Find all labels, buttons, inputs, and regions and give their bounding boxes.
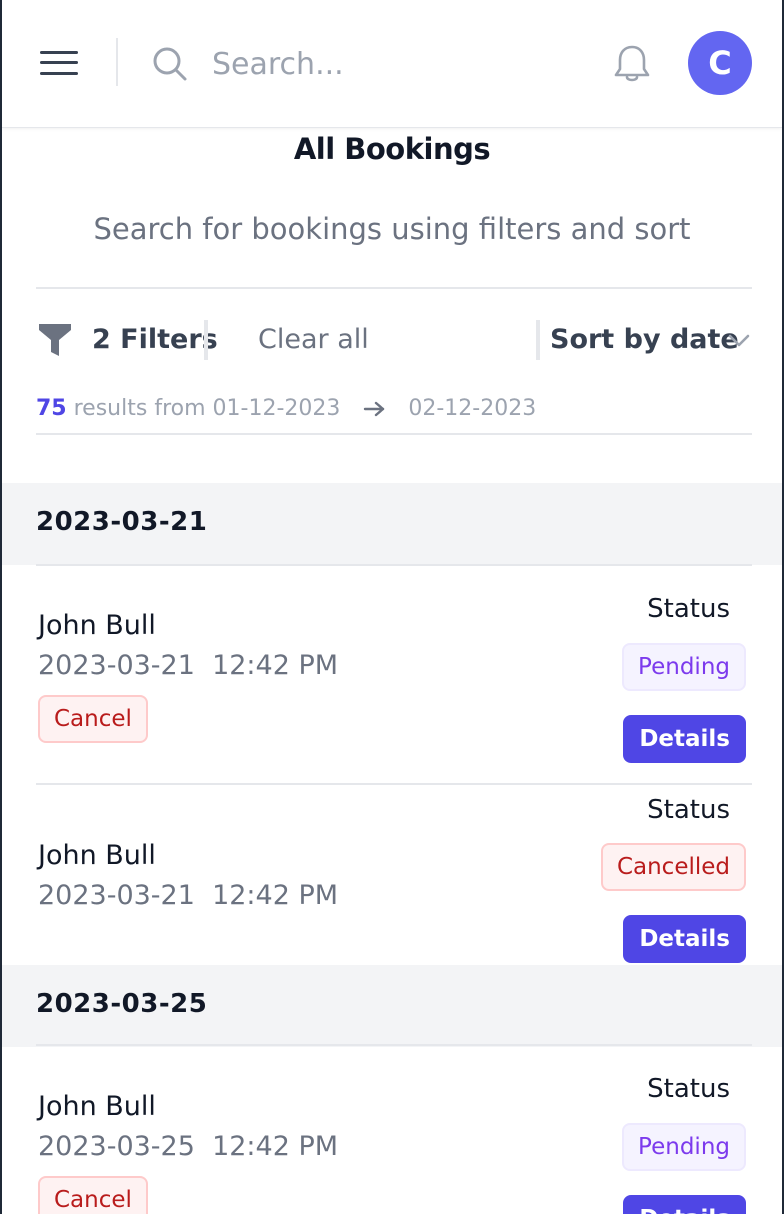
filters-bar: 2 Filters Clear all Sort by date	[36, 318, 752, 362]
divider	[36, 287, 752, 289]
avatar[interactable]: C	[688, 31, 752, 95]
status-label: Status	[647, 795, 730, 825]
booking-datetime: 2023-03-21 12:42 PM	[38, 650, 339, 681]
divider	[204, 320, 208, 360]
page-title: All Bookings	[293, 132, 491, 166]
arrow-right-icon	[364, 401, 385, 417]
divider	[536, 320, 540, 360]
booking-row: John Bull 2023-03-21 12:42 PM Status Can…	[2, 785, 782, 965]
status-label: Status	[647, 1074, 730, 1104]
booking-datetime: 2023-03-25 12:42 PM	[38, 1131, 339, 1162]
booking-name: John Bull	[38, 1091, 156, 1122]
cancel-button[interactable]: Cancel	[38, 1176, 148, 1214]
menu-icon[interactable]	[40, 48, 78, 78]
status-badge: Pending	[622, 643, 746, 691]
search-icon	[153, 47, 187, 81]
status-badge: Cancelled	[600, 843, 746, 891]
chevron-down-icon[interactable]	[726, 330, 752, 350]
results-summary: 75 results from 01-12-2023 02-12-2023	[36, 396, 536, 421]
date-group-header: 2023-03-25	[2, 965, 782, 1047]
cancel-button[interactable]: Cancel	[38, 695, 148, 743]
results-end-date: 02-12-2023	[408, 396, 537, 421]
booking-name: John Bull	[38, 840, 156, 871]
status-badge: Pending	[622, 1123, 746, 1171]
app-frame: C All Bookings Search for bookings using…	[0, 0, 784, 1214]
filters-count-label[interactable]: 2 Filters	[92, 324, 218, 355]
booking-datetime: 2023-03-21 12:42 PM	[38, 880, 339, 911]
date-group-label: 2023-03-25	[36, 989, 208, 1019]
divider	[36, 433, 752, 435]
results-count: 75	[36, 396, 67, 421]
top-bar: C	[2, 0, 782, 128]
page-subtitle: Search for bookings using filters and so…	[93, 212, 691, 246]
clear-all-button[interactable]: Clear all	[258, 324, 369, 355]
funnel-icon[interactable]	[38, 322, 72, 358]
date-group-header: 2023-03-21	[2, 483, 782, 565]
results-text: results from 01-12-2023	[73, 396, 341, 421]
status-label: Status	[647, 594, 730, 624]
booking-name: John Bull	[38, 610, 156, 641]
booking-row: John Bull 2023-03-25 12:42 PM Cancel Sta…	[2, 1046, 782, 1214]
details-button[interactable]: Details	[623, 1195, 746, 1214]
details-button[interactable]: Details	[623, 715, 746, 763]
bell-icon[interactable]	[610, 42, 654, 86]
date-group-label: 2023-03-21	[36, 507, 208, 537]
details-button[interactable]: Details	[623, 915, 746, 963]
sort-dropdown[interactable]: Sort by date	[550, 324, 739, 355]
search-input[interactable]	[212, 40, 572, 88]
booking-row: John Bull 2023-03-21 12:42 PM Cancel Sta…	[2, 566, 782, 784]
divider	[116, 38, 118, 86]
